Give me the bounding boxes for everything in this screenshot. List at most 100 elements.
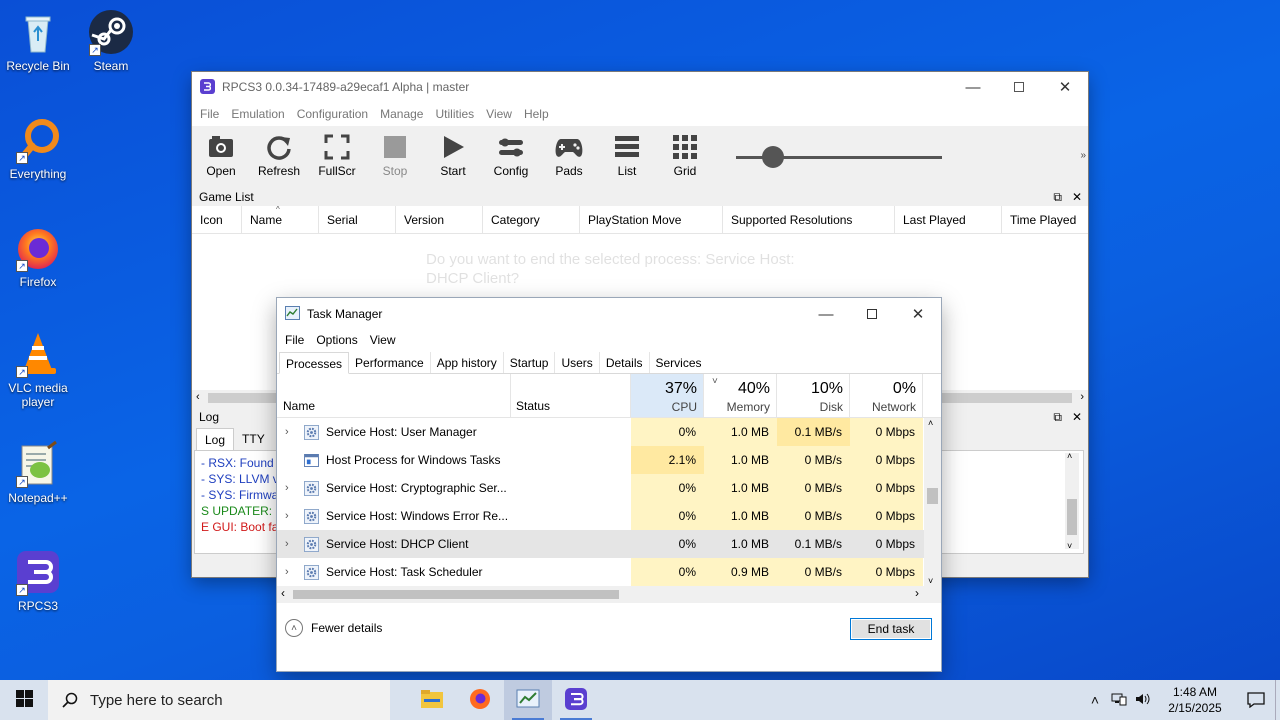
taskbar-firefox[interactable]: [456, 680, 504, 720]
fullscreen-button[interactable]: FullScr: [308, 130, 366, 178]
column-header-icon[interactable]: Icon: [192, 206, 242, 233]
tab-performance[interactable]: Performance: [349, 352, 431, 373]
column-header-name[interactable]: Name: [277, 374, 511, 417]
dock-float-icon[interactable]: ⧉: [1053, 190, 1062, 205]
desktop-icon-rpcs3[interactable]: ↗ RPCS3: [0, 548, 76, 613]
scroll-right-icon[interactable]: ›: [915, 586, 919, 600]
tab-processes[interactable]: Processes: [279, 352, 350, 374]
maximize-button[interactable]: [996, 72, 1042, 102]
desktop-icon-notepad-plus-plus[interactable]: ↗ Notepad++: [0, 440, 76, 505]
column-header-category[interactable]: Category: [483, 206, 580, 233]
expand-chevron-icon[interactable]: ›: [285, 538, 299, 550]
minimize-button[interactable]: —: [950, 72, 996, 102]
expand-chevron-icon[interactable]: ›: [285, 482, 299, 494]
expand-chevron-icon[interactable]: ›: [285, 426, 299, 438]
taskbar-clock[interactable]: 1:48 AM 2/15/2025: [1163, 684, 1227, 716]
column-header-playstation-move[interactable]: PlayStation Move: [580, 206, 723, 233]
process-list-horizontal-scrollbar[interactable]: ‹ ›: [277, 586, 941, 603]
scrollbar-thumb[interactable]: [293, 590, 619, 599]
rpcs3-titlebar[interactable]: RPCS3 0.0.34-17489-a29ecaf1 Alpha | mast…: [192, 72, 1088, 102]
column-header-supported-resolutions[interactable]: Supported Resolutions: [723, 206, 895, 233]
menu-view[interactable]: View: [364, 333, 402, 347]
desktop-icon-everything[interactable]: ↗ Everything: [0, 116, 76, 181]
expand-chevron-icon[interactable]: ›: [285, 566, 299, 578]
start-button[interactable]: Start: [424, 130, 482, 178]
menu-view[interactable]: View: [480, 107, 518, 121]
start-button[interactable]: [0, 680, 48, 720]
menu-configuration[interactable]: Configuration: [291, 107, 374, 121]
dock-close-icon[interactable]: ✕: [1072, 190, 1082, 205]
volume-icon[interactable]: [1131, 692, 1155, 709]
show-desktop-button[interactable]: [1275, 680, 1280, 720]
process-row[interactable]: › Service Host: Cryptographic Ser... 0% 1…: [277, 474, 941, 502]
desktop-icon-firefox[interactable]: ↗ Firefox: [0, 224, 76, 289]
scroll-down-icon[interactable]: ˅: [928, 576, 933, 586]
maximize-button[interactable]: [849, 299, 895, 329]
column-header-disk[interactable]: 10% Disk: [777, 374, 850, 417]
open-button[interactable]: Open: [192, 130, 250, 178]
tab-app-history[interactable]: App history: [431, 352, 504, 373]
scroll-up-icon[interactable]: ˄: [1067, 451, 1072, 461]
scrollbar-thumb[interactable]: [1067, 499, 1077, 535]
tab-users[interactable]: Users: [555, 352, 600, 373]
log-vertical-scrollbar[interactable]: ˄ ˅: [1065, 451, 1079, 551]
tab-log[interactable]: Log: [196, 428, 235, 450]
task-manager-titlebar[interactable]: Task Manager — ✕: [277, 298, 941, 330]
icon-size-slider[interactable]: [736, 146, 942, 168]
tab-services[interactable]: Services: [650, 352, 708, 373]
column-header-memory[interactable]: ˅ 40% Memory: [704, 374, 777, 417]
taskbar-file-explorer[interactable]: [408, 680, 456, 720]
desktop-icon-steam[interactable]: ↗ Steam: [73, 8, 149, 73]
minimize-button[interactable]: —: [803, 299, 849, 329]
tab-startup[interactable]: Startup: [504, 352, 556, 373]
column-header-serial[interactable]: Serial: [319, 206, 396, 233]
pads-button[interactable]: Pads: [540, 130, 598, 178]
scroll-down-icon[interactable]: ˅: [1067, 541, 1072, 551]
menu-file[interactable]: File: [194, 107, 225, 121]
menu-manage[interactable]: Manage: [374, 107, 429, 121]
taskbar-rpcs3[interactable]: [552, 680, 600, 720]
menu-help[interactable]: Help: [518, 107, 555, 121]
column-header-time-played[interactable]: Time Played: [1002, 206, 1088, 233]
slider-thumb[interactable]: [762, 146, 784, 168]
desktop-icon-vlc[interactable]: ↗ VLC media player: [0, 330, 76, 409]
process-list-vertical-scrollbar[interactable]: ˄ ˅: [924, 418, 941, 586]
menu-emulation[interactable]: Emulation: [225, 107, 290, 121]
process-row[interactable]: › Service Host: User Manager 0% 1.0 MB 0.…: [277, 418, 941, 446]
scroll-up-icon[interactable]: ˄: [928, 418, 933, 428]
grid-view-button[interactable]: Grid: [656, 130, 714, 178]
list-view-button[interactable]: List: [598, 130, 656, 178]
menu-utilities[interactable]: Utilities: [429, 107, 480, 121]
notifications-icon[interactable]: [1237, 692, 1275, 708]
column-header-version[interactable]: Version: [396, 206, 483, 233]
menu-options[interactable]: Options: [310, 333, 363, 347]
tab-tty[interactable]: TTY: [234, 428, 273, 450]
desktop-icon-recycle-bin[interactable]: Recycle Bin: [0, 8, 76, 73]
column-header-status[interactable]: Status: [511, 374, 631, 417]
tab-details[interactable]: Details: [600, 352, 650, 373]
dock-close-icon[interactable]: ✕: [1072, 410, 1082, 425]
close-button[interactable]: ✕: [1042, 72, 1088, 102]
column-header-last-played[interactable]: Last Played: [895, 206, 1002, 233]
process-row[interactable]: › Service Host: Windows Error Re... 0% 1.…: [277, 502, 941, 530]
end-task-button[interactable]: End task: [850, 618, 932, 640]
scroll-left-icon[interactable]: ‹: [281, 586, 285, 600]
column-header-name[interactable]: Name ^: [242, 205, 319, 233]
column-header-network[interactable]: 0% Network: [850, 374, 923, 417]
fewer-details-button[interactable]: ˄ Fewer details: [285, 619, 382, 637]
expand-chevron-icon[interactable]: ›: [285, 510, 299, 522]
menu-file[interactable]: File: [279, 333, 310, 347]
scrollbar-thumb[interactable]: [927, 488, 938, 504]
dock-float-icon[interactable]: ⧉: [1053, 410, 1062, 425]
show-hidden-icons-chevron-icon[interactable]: ˄: [1083, 692, 1107, 708]
toolbar-overflow-icon[interactable]: »: [1080, 150, 1086, 161]
refresh-button[interactable]: Refresh: [250, 130, 308, 178]
scroll-right-icon[interactable]: ›: [1080, 391, 1084, 403]
process-row-selected[interactable]: › Service Host: DHCP Client 0% 1.0 MB 0.1…: [277, 530, 941, 558]
column-header-cpu[interactable]: 37% CPU: [631, 374, 704, 417]
network-icon[interactable]: [1107, 692, 1131, 709]
scroll-left-icon[interactable]: ‹: [196, 391, 200, 403]
process-row[interactable]: Host Process for Windows Tasks 2.1% 1.0 …: [277, 446, 941, 474]
close-button[interactable]: ✕: [895, 299, 941, 329]
taskbar-search-box[interactable]: Type here to search: [48, 680, 390, 720]
